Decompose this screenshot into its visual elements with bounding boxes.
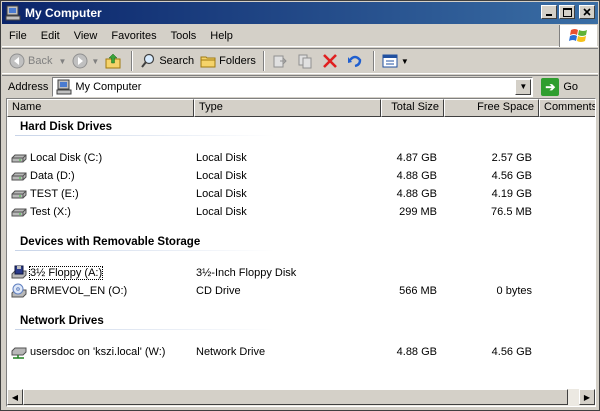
views-button[interactable]: ▼ [379, 50, 412, 72]
minimize-icon [546, 14, 552, 16]
toolbar-separator [262, 51, 265, 71]
menu-file[interactable]: File [2, 30, 34, 42]
list-item[interactable]: BRMEVOL_EN (O:) CD Drive 566 MB 0 bytes [11, 282, 535, 299]
address-input[interactable]: My Computer ▼ [52, 76, 534, 97]
column-type[interactable]: Type [194, 99, 381, 117]
copy-to-button[interactable] [294, 50, 319, 72]
group-divider [15, 135, 275, 136]
folders-icon [200, 56, 216, 68]
scrollbar-thumb[interactable] [23, 389, 568, 405]
views-icon [382, 54, 398, 68]
search-icon [141, 53, 155, 68]
explorer-window: My Computer File Edit View Favorites Too… [0, 0, 600, 411]
scroll-right-button[interactable]: ▶ [579, 389, 595, 405]
close-button[interactable] [579, 5, 595, 19]
folders-button[interactable]: Folders [197, 50, 259, 72]
menu-favorites[interactable]: Favorites [104, 30, 163, 42]
column-name[interactable]: Name [7, 99, 194, 117]
address-bar: Address My Computer ▼ ➔ Go [2, 75, 598, 97]
windows-logo [559, 25, 597, 47]
my-computer-icon [5, 5, 21, 21]
close-icon [583, 8, 591, 16]
window-title: My Computer [25, 6, 102, 20]
hard-drive-icon [11, 208, 27, 216]
column-total-size[interactable]: Total Size [381, 99, 444, 117]
group-divider [15, 329, 275, 330]
back-arrow-icon [9, 53, 25, 69]
forward-button[interactable]: ▼ [69, 50, 102, 72]
scroll-right-icon: ▶ [583, 392, 591, 402]
scrollbar-track[interactable] [23, 389, 579, 406]
up-folder-icon [105, 53, 121, 69]
group-header-removable: Devices with Removable Storage [20, 236, 201, 248]
undo-icon [347, 55, 362, 68]
toolbar-separator [372, 51, 375, 71]
standard-toolbar: Back ▼ ▼ Search Folders ▼ [2, 48, 598, 74]
back-button[interactable]: Back ▼ [6, 50, 69, 72]
menu-edit[interactable]: Edit [34, 30, 67, 42]
menu-help[interactable]: Help [203, 30, 240, 42]
network-drive-icon [11, 347, 27, 359]
move-to-button[interactable] [269, 50, 294, 72]
toolbar-separator [131, 51, 134, 71]
scroll-left-button[interactable]: ◀ [7, 389, 23, 405]
my-computer-icon [56, 79, 72, 94]
horizontal-scrollbar[interactable]: ◀ ▶ [7, 389, 595, 406]
address-label: Address [8, 80, 49, 93]
up-folder-button[interactable] [102, 50, 127, 72]
hard-drive-icon [11, 172, 27, 180]
group-divider [15, 250, 275, 251]
column-free-space[interactable]: Free Space [444, 99, 539, 117]
cd-drive-icon [11, 283, 27, 297]
go-arrow-icon: ➔ [541, 77, 560, 96]
search-button[interactable]: Search [137, 50, 197, 72]
hard-drive-icon [11, 190, 27, 198]
file-list[interactable]: Name Type Total Size Free Space Comments… [6, 98, 596, 407]
hard-drive-icon [11, 154, 27, 162]
list-item[interactable]: Test (X:) Local Disk 299 MB 76.5 MB [11, 203, 535, 220]
move-to-icon [273, 55, 287, 68]
menu-view[interactable]: View [67, 30, 105, 42]
floppy-drive-icon [11, 265, 27, 278]
column-comments[interactable]: Comments [539, 99, 595, 117]
back-dropdown-icon[interactable]: ▼ [58, 57, 66, 66]
windows-flag-icon [568, 29, 587, 42]
delete-icon [322, 54, 337, 68]
list-item[interactable]: 3½ Floppy (A:) 3½-Inch Floppy Disk [11, 264, 535, 281]
address-value: My Computer [75, 80, 142, 93]
list-item[interactable]: usersdoc on 'kszi.local' (W:) Network Dr… [11, 343, 535, 360]
menu-tools[interactable]: Tools [164, 30, 204, 42]
go-button[interactable]: ➔ Go [541, 77, 578, 96]
list-item[interactable]: Local Disk (C:) Local Disk 4.87 GB 2.57 … [11, 149, 535, 166]
list-item[interactable]: TEST (E:) Local Disk 4.88 GB 4.19 GB [11, 185, 535, 202]
title-bar[interactable]: My Computer [2, 2, 598, 24]
undo-button[interactable] [344, 50, 369, 72]
list-item[interactable]: Data (D:) Local Disk 4.88 GB 4.56 GB [11, 167, 535, 184]
maximize-button[interactable] [559, 5, 575, 19]
group-header-hard-disks: Hard Disk Drives [20, 121, 113, 133]
delete-button[interactable] [319, 50, 344, 72]
column-headers: Name Type Total Size Free Space Comments [7, 99, 595, 117]
menu-bar: File Edit View Favorites Tools Help [2, 25, 598, 47]
copy-to-icon [298, 54, 312, 69]
forward-arrow-icon [72, 53, 88, 69]
address-dropdown-button[interactable]: ▼ [515, 78, 532, 95]
caption-buttons [541, 5, 595, 19]
group-header-network: Network Drives [20, 315, 104, 327]
views-dropdown-icon: ▼ [400, 56, 409, 66]
maximize-icon [562, 7, 572, 17]
forward-dropdown-icon[interactable]: ▼ [91, 57, 99, 66]
scroll-left-icon: ◀ [11, 392, 19, 402]
minimize-button[interactable] [541, 5, 557, 19]
